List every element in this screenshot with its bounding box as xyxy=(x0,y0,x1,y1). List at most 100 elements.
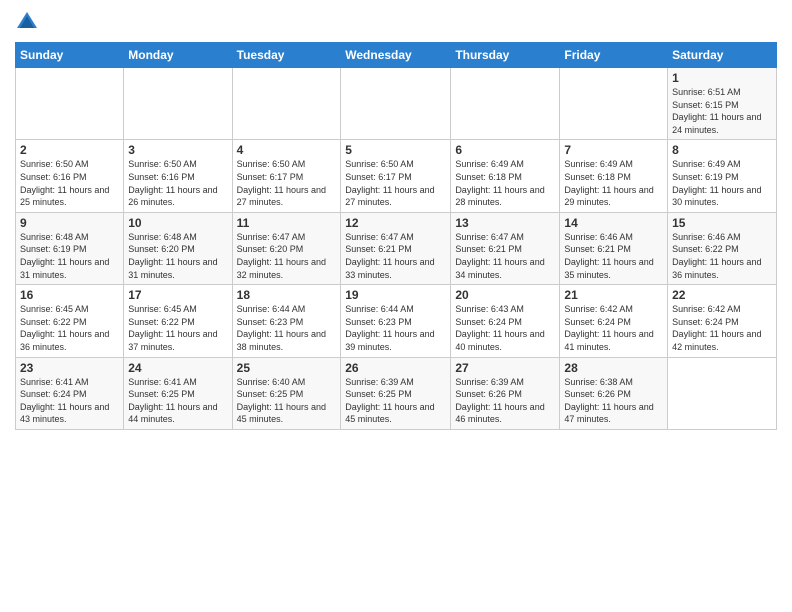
day-number: 1 xyxy=(672,71,772,85)
day-info: Sunrise: 6:47 AM Sunset: 6:20 PM Dayligh… xyxy=(237,231,337,281)
calendar-cell: 22Sunrise: 6:42 AM Sunset: 6:24 PM Dayli… xyxy=(668,285,777,357)
week-row-1: 1Sunrise: 6:51 AM Sunset: 6:15 PM Daylig… xyxy=(16,68,777,140)
day-number: 3 xyxy=(128,143,227,157)
day-number: 11 xyxy=(237,216,337,230)
day-number: 26 xyxy=(345,361,446,375)
calendar-cell xyxy=(668,357,777,429)
day-number: 24 xyxy=(128,361,227,375)
calendar-cell: 2Sunrise: 6:50 AM Sunset: 6:16 PM Daylig… xyxy=(16,140,124,212)
calendar-cell: 5Sunrise: 6:50 AM Sunset: 6:17 PM Daylig… xyxy=(341,140,451,212)
day-info: Sunrise: 6:49 AM Sunset: 6:19 PM Dayligh… xyxy=(672,158,772,208)
week-row-2: 2Sunrise: 6:50 AM Sunset: 6:16 PM Daylig… xyxy=(16,140,777,212)
calendar-cell: 16Sunrise: 6:45 AM Sunset: 6:22 PM Dayli… xyxy=(16,285,124,357)
day-info: Sunrise: 6:48 AM Sunset: 6:19 PM Dayligh… xyxy=(20,231,119,281)
day-info: Sunrise: 6:45 AM Sunset: 6:22 PM Dayligh… xyxy=(20,303,119,353)
header xyxy=(15,10,777,34)
day-info: Sunrise: 6:50 AM Sunset: 6:16 PM Dayligh… xyxy=(128,158,227,208)
calendar-cell: 18Sunrise: 6:44 AM Sunset: 6:23 PM Dayli… xyxy=(232,285,341,357)
calendar-cell: 14Sunrise: 6:46 AM Sunset: 6:21 PM Dayli… xyxy=(560,212,668,284)
weekday-header-tuesday: Tuesday xyxy=(232,43,341,68)
day-number: 17 xyxy=(128,288,227,302)
week-row-5: 23Sunrise: 6:41 AM Sunset: 6:24 PM Dayli… xyxy=(16,357,777,429)
day-number: 13 xyxy=(455,216,555,230)
day-number: 10 xyxy=(128,216,227,230)
day-info: Sunrise: 6:42 AM Sunset: 6:24 PM Dayligh… xyxy=(564,303,663,353)
day-number: 2 xyxy=(20,143,119,157)
calendar-cell xyxy=(232,68,341,140)
logo xyxy=(15,10,43,34)
day-info: Sunrise: 6:46 AM Sunset: 6:22 PM Dayligh… xyxy=(672,231,772,281)
day-info: Sunrise: 6:47 AM Sunset: 6:21 PM Dayligh… xyxy=(345,231,446,281)
day-number: 14 xyxy=(564,216,663,230)
day-info: Sunrise: 6:49 AM Sunset: 6:18 PM Dayligh… xyxy=(455,158,555,208)
day-number: 22 xyxy=(672,288,772,302)
weekday-header-saturday: Saturday xyxy=(668,43,777,68)
day-number: 18 xyxy=(237,288,337,302)
day-number: 23 xyxy=(20,361,119,375)
week-row-4: 16Sunrise: 6:45 AM Sunset: 6:22 PM Dayli… xyxy=(16,285,777,357)
day-info: Sunrise: 6:46 AM Sunset: 6:21 PM Dayligh… xyxy=(564,231,663,281)
calendar-cell: 6Sunrise: 6:49 AM Sunset: 6:18 PM Daylig… xyxy=(451,140,560,212)
weekday-header-thursday: Thursday xyxy=(451,43,560,68)
day-number: 12 xyxy=(345,216,446,230)
calendar-cell: 28Sunrise: 6:38 AM Sunset: 6:26 PM Dayli… xyxy=(560,357,668,429)
calendar-cell: 25Sunrise: 6:40 AM Sunset: 6:25 PM Dayli… xyxy=(232,357,341,429)
calendar-cell: 1Sunrise: 6:51 AM Sunset: 6:15 PM Daylig… xyxy=(668,68,777,140)
day-number: 27 xyxy=(455,361,555,375)
calendar-cell: 15Sunrise: 6:46 AM Sunset: 6:22 PM Dayli… xyxy=(668,212,777,284)
calendar-cell xyxy=(124,68,232,140)
calendar-cell: 4Sunrise: 6:50 AM Sunset: 6:17 PM Daylig… xyxy=(232,140,341,212)
calendar-cell: 9Sunrise: 6:48 AM Sunset: 6:19 PM Daylig… xyxy=(16,212,124,284)
weekday-header-wednesday: Wednesday xyxy=(341,43,451,68)
calendar-cell: 3Sunrise: 6:50 AM Sunset: 6:16 PM Daylig… xyxy=(124,140,232,212)
calendar-cell: 8Sunrise: 6:49 AM Sunset: 6:19 PM Daylig… xyxy=(668,140,777,212)
calendar-cell xyxy=(451,68,560,140)
calendar-cell: 11Sunrise: 6:47 AM Sunset: 6:20 PM Dayli… xyxy=(232,212,341,284)
day-info: Sunrise: 6:45 AM Sunset: 6:22 PM Dayligh… xyxy=(128,303,227,353)
weekday-header-friday: Friday xyxy=(560,43,668,68)
day-number: 28 xyxy=(564,361,663,375)
day-info: Sunrise: 6:38 AM Sunset: 6:26 PM Dayligh… xyxy=(564,376,663,426)
day-number: 5 xyxy=(345,143,446,157)
day-info: Sunrise: 6:51 AM Sunset: 6:15 PM Dayligh… xyxy=(672,86,772,136)
day-number: 21 xyxy=(564,288,663,302)
calendar-cell xyxy=(560,68,668,140)
day-number: 25 xyxy=(237,361,337,375)
logo-icon xyxy=(15,10,39,34)
day-info: Sunrise: 6:44 AM Sunset: 6:23 PM Dayligh… xyxy=(237,303,337,353)
day-info: Sunrise: 6:43 AM Sunset: 6:24 PM Dayligh… xyxy=(455,303,555,353)
calendar-cell: 17Sunrise: 6:45 AM Sunset: 6:22 PM Dayli… xyxy=(124,285,232,357)
day-info: Sunrise: 6:40 AM Sunset: 6:25 PM Dayligh… xyxy=(237,376,337,426)
calendar-cell: 21Sunrise: 6:42 AM Sunset: 6:24 PM Dayli… xyxy=(560,285,668,357)
day-info: Sunrise: 6:39 AM Sunset: 6:26 PM Dayligh… xyxy=(455,376,555,426)
calendar: SundayMondayTuesdayWednesdayThursdayFrid… xyxy=(15,42,777,430)
weekday-header-row: SundayMondayTuesdayWednesdayThursdayFrid… xyxy=(16,43,777,68)
calendar-cell: 12Sunrise: 6:47 AM Sunset: 6:21 PM Dayli… xyxy=(341,212,451,284)
calendar-cell: 13Sunrise: 6:47 AM Sunset: 6:21 PM Dayli… xyxy=(451,212,560,284)
day-info: Sunrise: 6:44 AM Sunset: 6:23 PM Dayligh… xyxy=(345,303,446,353)
day-info: Sunrise: 6:39 AM Sunset: 6:25 PM Dayligh… xyxy=(345,376,446,426)
calendar-cell: 19Sunrise: 6:44 AM Sunset: 6:23 PM Dayli… xyxy=(341,285,451,357)
day-number: 16 xyxy=(20,288,119,302)
day-info: Sunrise: 6:50 AM Sunset: 6:16 PM Dayligh… xyxy=(20,158,119,208)
page: SundayMondayTuesdayWednesdayThursdayFrid… xyxy=(0,0,792,445)
weekday-header-monday: Monday xyxy=(124,43,232,68)
calendar-cell xyxy=(341,68,451,140)
day-info: Sunrise: 6:50 AM Sunset: 6:17 PM Dayligh… xyxy=(237,158,337,208)
calendar-cell: 27Sunrise: 6:39 AM Sunset: 6:26 PM Dayli… xyxy=(451,357,560,429)
calendar-cell: 24Sunrise: 6:41 AM Sunset: 6:25 PM Dayli… xyxy=(124,357,232,429)
weekday-header-sunday: Sunday xyxy=(16,43,124,68)
week-row-3: 9Sunrise: 6:48 AM Sunset: 6:19 PM Daylig… xyxy=(16,212,777,284)
day-number: 7 xyxy=(564,143,663,157)
day-info: Sunrise: 6:42 AM Sunset: 6:24 PM Dayligh… xyxy=(672,303,772,353)
day-number: 8 xyxy=(672,143,772,157)
day-info: Sunrise: 6:41 AM Sunset: 6:25 PM Dayligh… xyxy=(128,376,227,426)
calendar-cell: 23Sunrise: 6:41 AM Sunset: 6:24 PM Dayli… xyxy=(16,357,124,429)
day-number: 9 xyxy=(20,216,119,230)
calendar-cell: 7Sunrise: 6:49 AM Sunset: 6:18 PM Daylig… xyxy=(560,140,668,212)
day-info: Sunrise: 6:41 AM Sunset: 6:24 PM Dayligh… xyxy=(20,376,119,426)
day-number: 19 xyxy=(345,288,446,302)
day-info: Sunrise: 6:49 AM Sunset: 6:18 PM Dayligh… xyxy=(564,158,663,208)
day-number: 6 xyxy=(455,143,555,157)
day-number: 15 xyxy=(672,216,772,230)
